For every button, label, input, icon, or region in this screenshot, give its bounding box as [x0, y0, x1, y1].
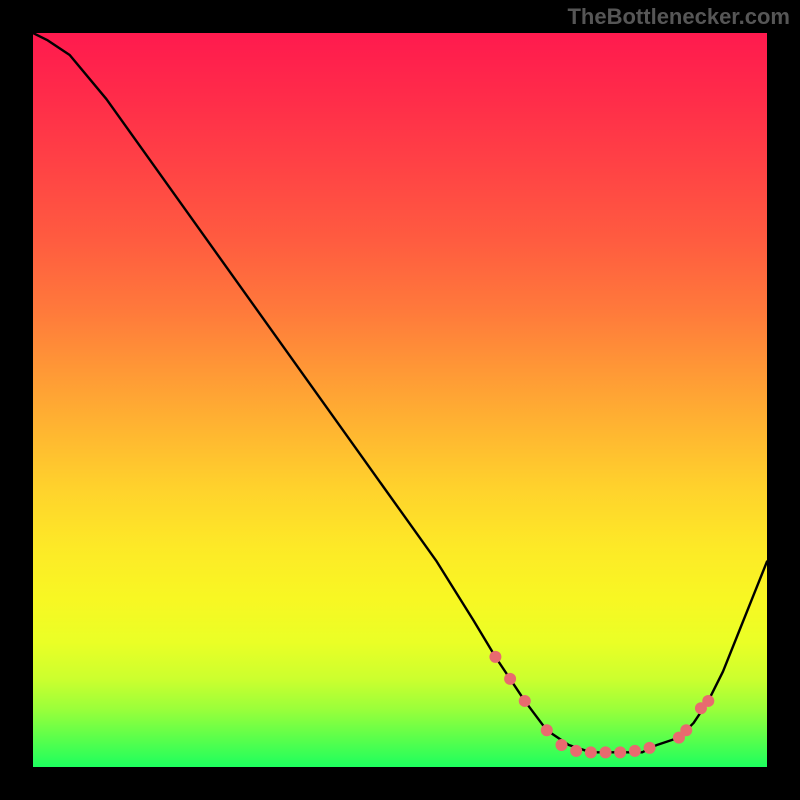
data-marker	[680, 724, 692, 736]
curve-layer	[33, 33, 767, 767]
chart-frame: TheBottlenecker.com	[0, 0, 800, 800]
data-marker	[585, 746, 597, 758]
data-marker	[504, 673, 516, 685]
data-marker	[644, 742, 656, 754]
data-marker	[555, 739, 567, 751]
data-marker	[629, 745, 641, 757]
data-marker	[541, 724, 553, 736]
data-marker	[519, 695, 531, 707]
data-marker	[702, 695, 714, 707]
data-marker	[600, 746, 612, 758]
curve-line	[33, 33, 767, 752]
plot-area	[33, 33, 767, 767]
attribution-text: TheBottlenecker.com	[567, 4, 790, 30]
data-marker	[570, 745, 582, 757]
curve-markers	[489, 651, 714, 758]
data-marker	[614, 746, 626, 758]
data-marker	[489, 651, 501, 663]
